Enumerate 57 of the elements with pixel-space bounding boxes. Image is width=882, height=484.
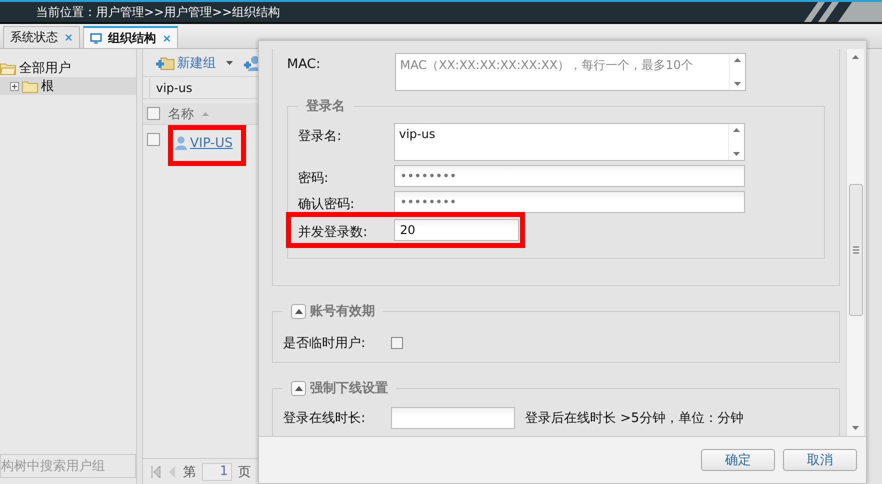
duration-field[interactable] — [391, 407, 515, 429]
confirm-button[interactable]: 确定 — [701, 449, 775, 471]
monitor-icon — [90, 32, 102, 44]
login-field[interactable]: vip-us — [394, 123, 745, 161]
section-title: 登录名 — [306, 98, 345, 115]
expand-icon[interactable] — [10, 82, 19, 90]
text-field[interactable]: 20 — [394, 219, 519, 241]
checkbox[interactable] — [147, 107, 160, 120]
close-icon[interactable]: × — [64, 31, 74, 44]
field-label: MAC: — [287, 56, 322, 72]
scroll-up-icon[interactable] — [734, 58, 741, 62]
checkbox[interactable] — [147, 132, 160, 146]
scroll-down-icon[interactable] — [733, 152, 740, 156]
collapse-button[interactable] — [291, 380, 306, 396]
section-title: 账号有效期 — [310, 303, 375, 320]
section-title: 强制下线设置 — [310, 380, 388, 397]
collapse-button[interactable] — [291, 304, 306, 318]
tab[interactable]: 系统状态 × — [3, 26, 80, 48]
field-label: 登录在线时长: — [283, 410, 366, 427]
pager-label: 页 — [238, 464, 251, 480]
tree-label: 全部用户 — [19, 60, 71, 77]
scroll-thumb[interactable] — [848, 184, 862, 316]
field-label: 密码: — [298, 170, 330, 187]
field-label: 是否临时用户: — [283, 335, 366, 352]
user-icon — [175, 136, 187, 150]
sort-icon — [202, 112, 209, 116]
column-header[interactable]: 名称 — [168, 104, 194, 122]
scroll-up-icon[interactable] — [733, 128, 740, 132]
triangle-icon — [294, 386, 302, 390]
tree-item[interactable]: 全部用户 — [0, 59, 136, 77]
triangle-icon — [294, 308, 302, 314]
tree-label: 根 — [41, 78, 54, 95]
field-label: 登录名: — [298, 128, 342, 145]
caret-icon — [226, 60, 233, 64]
folder-plus-icon — [155, 54, 175, 70]
scrollbar[interactable] — [846, 49, 864, 436]
tree-item[interactable]: 根 — [0, 77, 136, 95]
password-field[interactable]: •••••••• — [394, 165, 745, 187]
new-group-button[interactable]: 新建组 — [151, 54, 237, 72]
breadcrumb: 当前位置：用户管理>>用户管理>>组织结构 — [36, 4, 280, 20]
password-field[interactable]: •••••••• — [394, 191, 745, 213]
tab[interactable]: 组织结构 × — [83, 26, 178, 48]
field-label: 并发登录数: — [298, 224, 368, 241]
mac-field[interactable]: MAC（XX:XX:XX:XX:XX:XX），每行一个，最多10个 — [395, 53, 746, 91]
search-field[interactable]: 构树中搜索用户组 — [0, 454, 136, 478]
scroll-up-icon[interactable] — [852, 55, 859, 59]
scroll-down-icon[interactable] — [852, 426, 859, 430]
group-link[interactable]: VIP-US — [190, 136, 233, 150]
cancel-button[interactable]: 取消 — [783, 449, 857, 471]
close-icon[interactable]: × — [162, 32, 172, 44]
checkbox[interactable] — [391, 337, 403, 349]
scroll-down-icon[interactable] — [734, 82, 741, 86]
hint-text: 登录后在线时长 >5分钟，单位：分钟 — [525, 410, 744, 427]
field-label: 确认密码: — [298, 196, 356, 213]
folder-icon — [22, 80, 38, 92]
page-field[interactable]: 1 — [202, 462, 232, 480]
pager-label: 第 — [183, 464, 196, 480]
